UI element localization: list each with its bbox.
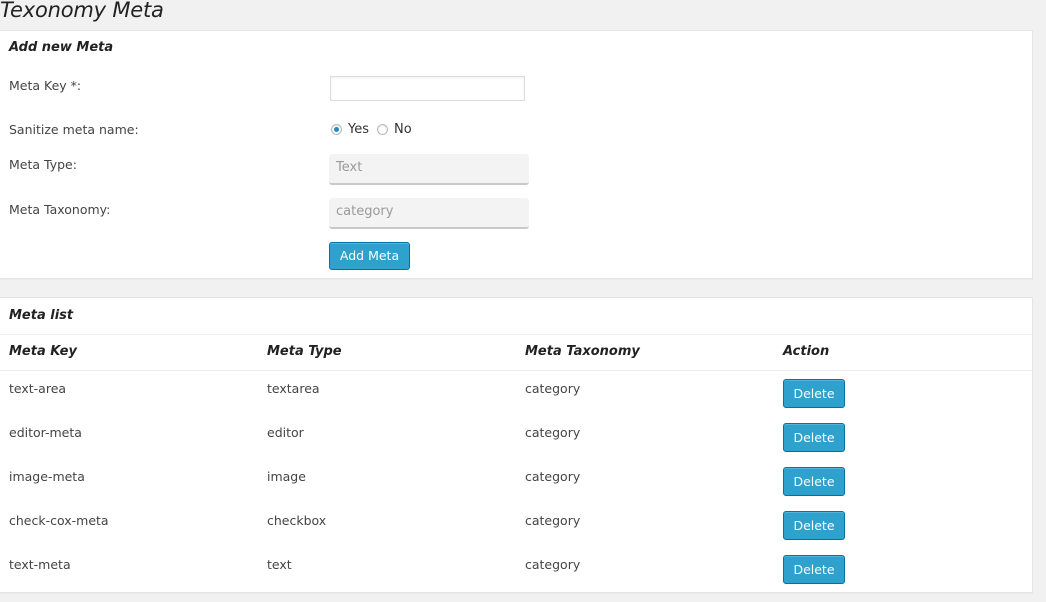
meta-type-field[interactable]: Text (329, 154, 529, 185)
row-meta-type: editor (267, 425, 304, 440)
row-meta-taxonomy: category (525, 557, 581, 572)
column-header-meta-type: Meta Type (267, 344, 342, 359)
sanitize-radio-group: Yes No (331, 122, 420, 137)
row-meta-taxonomy: category (525, 469, 581, 484)
row-meta-key: text-meta (9, 557, 71, 572)
row-meta-taxonomy: category (525, 425, 581, 440)
meta-list-header (0, 298, 1032, 335)
table-divider (0, 370, 1032, 371)
column-header-action: Action (783, 344, 830, 359)
delete-button[interactable]: Delete (783, 379, 845, 408)
row-meta-type: checkbox (267, 513, 327, 528)
meta-taxonomy-field[interactable]: category (329, 198, 529, 229)
meta-key-label: Meta Key *: (9, 78, 82, 93)
add-meta-panel: Add new Meta Meta Key *: Sanitize meta n… (0, 30, 1033, 279)
sanitize-yes-radio[interactable] (331, 124, 342, 135)
add-meta-button[interactable]: Add Meta (329, 242, 410, 270)
column-header-meta-key: Meta Key (9, 344, 77, 359)
column-header-meta-taxonomy: Meta Taxonomy (525, 344, 640, 359)
page-title: Texonomy Meta (0, 0, 164, 22)
row-meta-taxonomy: category (525, 381, 581, 396)
sanitize-no-label[interactable]: No (394, 122, 412, 137)
row-meta-key: check-cox-meta (9, 513, 109, 528)
sanitize-label: Sanitize meta name: (9, 122, 139, 137)
delete-button[interactable]: Delete (783, 467, 845, 496)
sanitize-no-radio[interactable] (377, 124, 388, 135)
row-meta-key: text-area (9, 381, 67, 396)
row-meta-type: textarea (267, 381, 320, 396)
meta-list-title: Meta list (9, 308, 74, 323)
delete-button[interactable]: Delete (783, 423, 845, 452)
row-meta-type: image (267, 469, 306, 484)
row-meta-key: editor-meta (9, 425, 82, 440)
sanitize-yes-label[interactable]: Yes (348, 122, 369, 137)
meta-list-panel: Meta list Meta Key Meta Type Meta Taxono… (0, 297, 1033, 593)
delete-button[interactable]: Delete (783, 511, 845, 540)
row-meta-key: image-meta (9, 469, 85, 484)
meta-key-input[interactable] (330, 76, 525, 101)
add-meta-panel-title: Add new Meta (9, 40, 114, 55)
meta-taxonomy-label: Meta Taxonomy: (9, 202, 111, 217)
meta-type-label: Meta Type: (9, 157, 77, 172)
row-meta-taxonomy: category (525, 513, 581, 528)
delete-button[interactable]: Delete (783, 555, 845, 584)
row-meta-type: text (267, 557, 292, 572)
